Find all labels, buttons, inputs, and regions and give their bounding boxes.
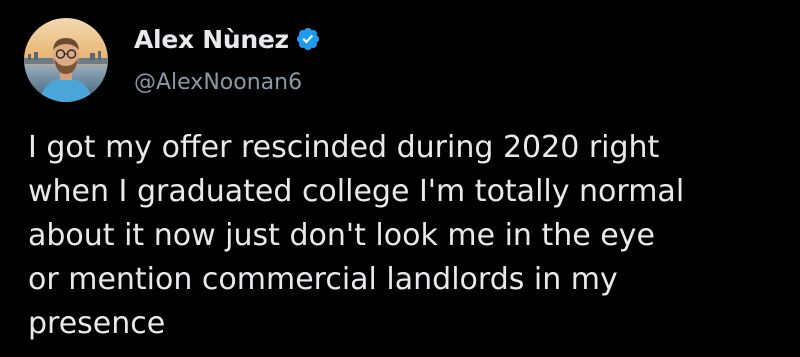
tweet-text-line: I got my offer rescinded during 2020 rig… xyxy=(28,130,660,165)
verified-badge-icon[interactable] xyxy=(295,26,321,52)
author-handle[interactable]: @AlexNoonan6 xyxy=(134,70,302,95)
tweet-card: Alex Nùnez @AlexNoonan6 I got my offer r… xyxy=(0,0,800,357)
author-name-row: Alex Nùnez xyxy=(134,22,321,56)
tweet-text-line: presence xyxy=(28,306,166,341)
avatar[interactable] xyxy=(24,18,108,102)
tweet-text: I got my offer rescinded during 2020 rig… xyxy=(28,126,788,346)
avatar-photo xyxy=(24,18,108,102)
tweet-text-line: about it now just don't look me in the e… xyxy=(28,218,655,253)
author-display-name[interactable]: Alex Nùnez xyxy=(134,25,289,54)
tweet-text-line: or mention commercial landlords in my xyxy=(28,262,618,297)
tweet-text-line: when I graduated college I'm totally nor… xyxy=(28,174,685,209)
